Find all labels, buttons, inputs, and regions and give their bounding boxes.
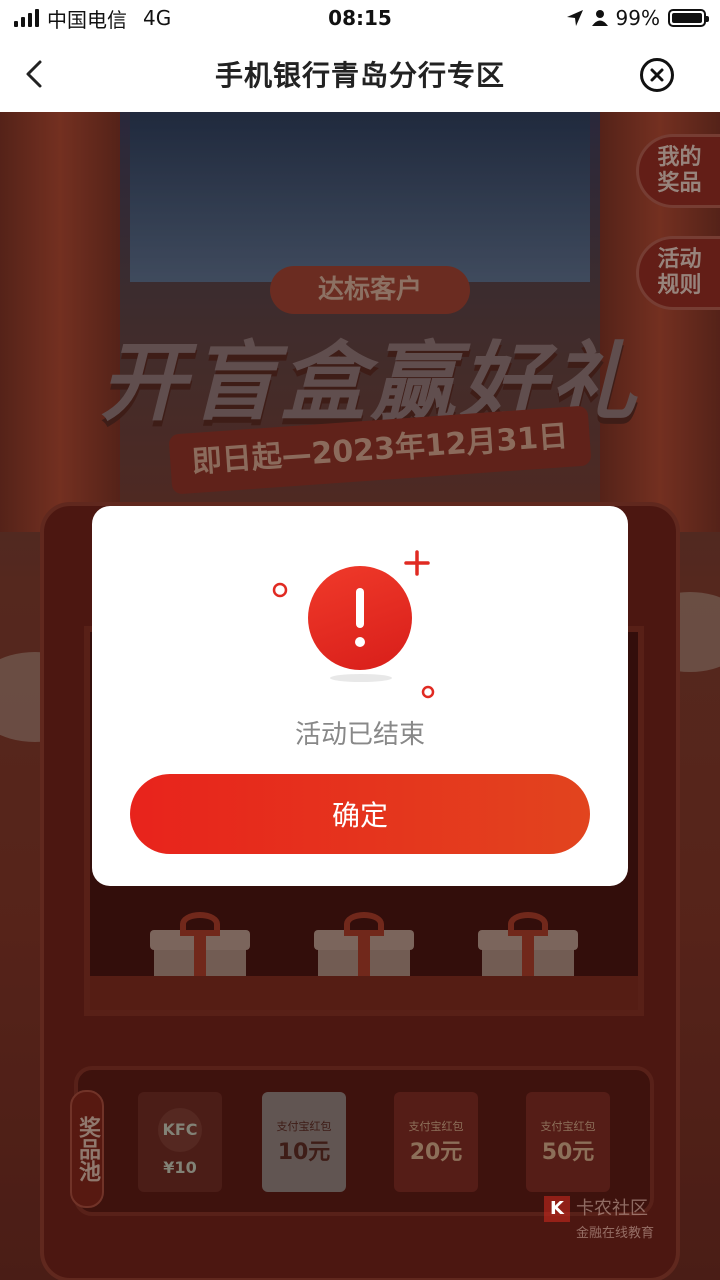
alert-icon <box>308 566 412 670</box>
location-arrow-icon <box>566 10 583 26</box>
back-icon[interactable] <box>18 56 54 92</box>
signal-icon <box>14 9 39 27</box>
dialog-message: 活动已结束 <box>294 720 425 750</box>
close-button[interactable] <box>640 58 674 92</box>
sparkle-icon <box>272 582 288 598</box>
close-icon <box>650 68 664 82</box>
watermark-logo: K <box>544 1196 570 1222</box>
alert-shadow <box>330 674 392 682</box>
nav-bar: 手机银行青岛分行专区 <box>0 36 720 112</box>
sparkle-icon <box>421 685 435 699</box>
battery-percent: 99% <box>615 6 660 30</box>
watermark-name: 卡农社区 <box>576 1198 648 1219</box>
plus-sparkle-icon <box>404 550 430 576</box>
alert-graphic <box>272 546 452 699</box>
battery-icon <box>668 9 709 27</box>
watermark-sub: 金融在线教育 <box>576 1226 655 1241</box>
confirm-button[interactable]: 确定 <box>130 774 590 854</box>
page-title: 手机银行青岛分行专区 <box>214 59 505 92</box>
clock: 08:15 <box>328 6 392 30</box>
person-icon <box>591 10 608 26</box>
watermark: K 卡农社区 金融在线教育 <box>544 1196 654 1244</box>
carrier-label: 中国电信 <box>47 7 127 32</box>
alert-dialog: 活动已结束 确定 <box>92 506 628 886</box>
network-type: 4G <box>143 6 172 30</box>
status-bar: 中国电信 4G 08:15 99% <box>0 0 720 36</box>
